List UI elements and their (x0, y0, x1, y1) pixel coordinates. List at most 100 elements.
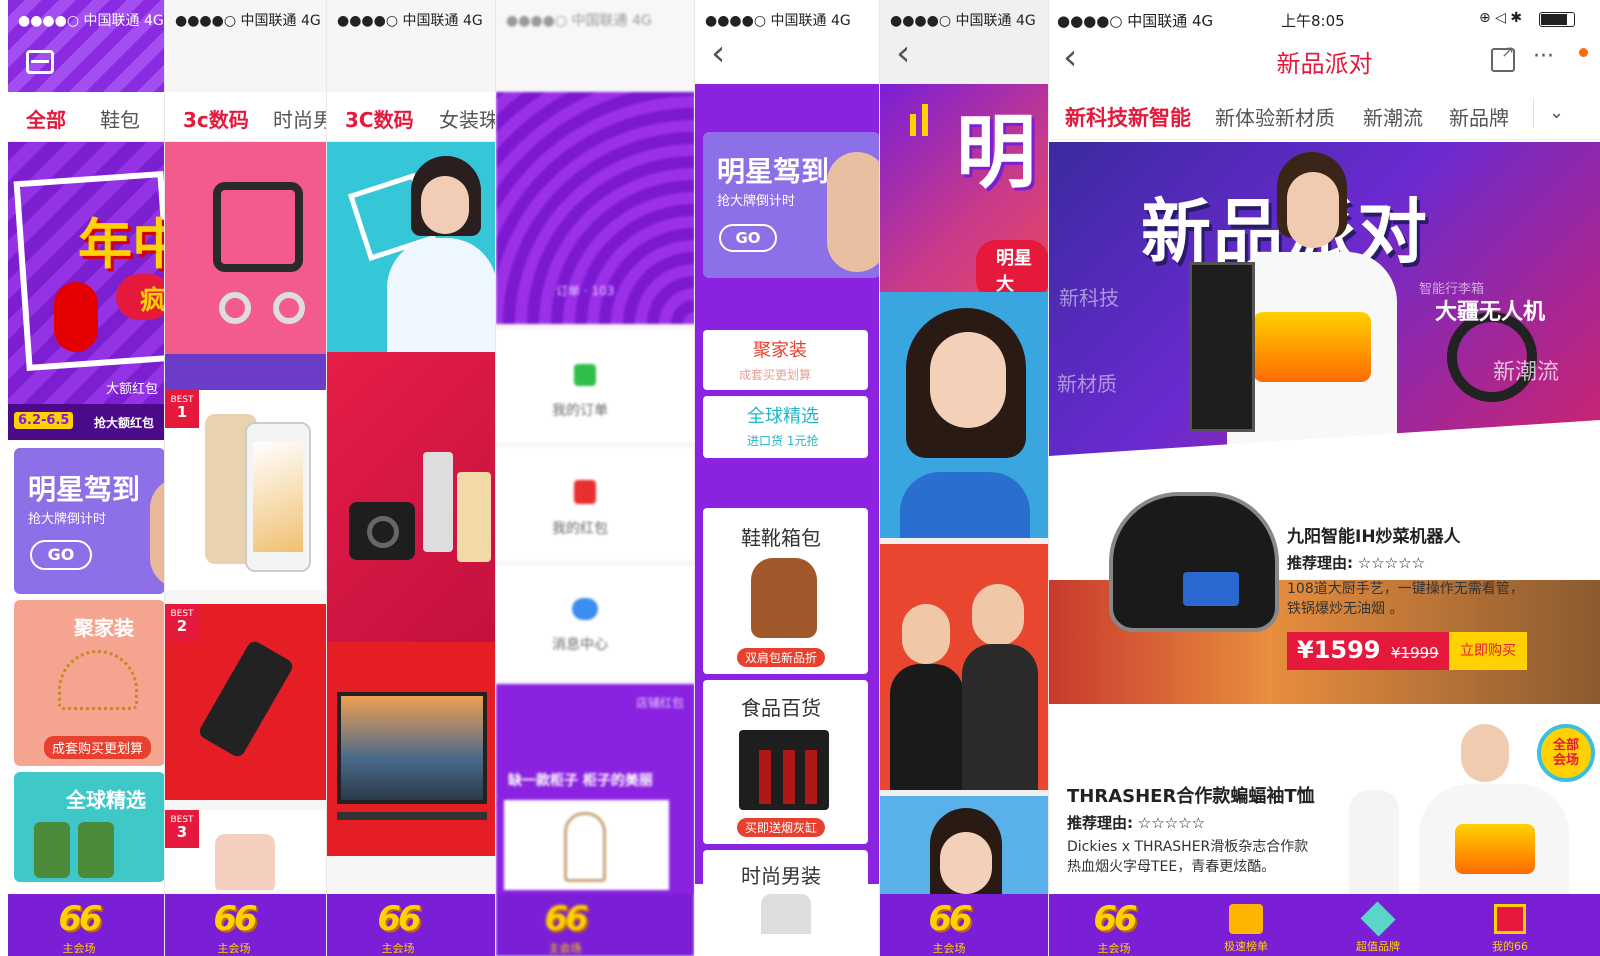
status-time: 上午8:05 (1281, 12, 1345, 30)
product-desc: 热血烟火字母TEE，青春更炫酷。 (1067, 859, 1276, 875)
bottom-nav: 66 主会场 (327, 894, 495, 956)
buy-now-button[interactable]: 立即购买 (1449, 632, 1527, 670)
model-body (387, 238, 495, 352)
global-sub: 进口货 1元抢 (747, 434, 819, 448)
xiaomi-card[interactable]: BEST 2 (165, 604, 326, 800)
hero-sub: 明星大 (976, 240, 1048, 292)
bottom-nav: 66 主会场 (165, 894, 326, 956)
product-card-cooker[interactable]: 九阳智能IH炒菜机器人 推荐理由: ☆☆☆☆☆ 108道大厨手艺，一键操作无需看… (1049, 456, 1600, 704)
back-chevron-icon[interactable]: ‹ (896, 36, 910, 72)
share-icon[interactable]: ↗ (1491, 42, 1515, 72)
collage: ●●●●○ 中国联通 4G 全部 鞋包 年中 疯 大额红包 6.2-6.5 抢大… (0, 0, 1600, 956)
star-card[interactable]: 明星驾到 抢大牌倒计时 GO (703, 132, 879, 278)
menu-redpacket[interactable]: 我的红包 (496, 448, 694, 562)
hero-badge: 疯 (116, 274, 164, 320)
tv-screen (337, 692, 487, 804)
model-banner[interactable] (327, 142, 495, 352)
nav-main-venue[interactable]: 66 主会场 (44, 894, 114, 956)
couple-card[interactable] (880, 544, 1048, 790)
home-card[interactable]: 聚家装 成套购买更划算 (14, 600, 164, 766)
iphone-rose-card[interactable]: BEST 3 (165, 810, 326, 890)
tab-3c[interactable]: 3C数码 (345, 104, 414, 133)
best-badge: BEST 3 (165, 810, 199, 848)
price-bar: ¥1599 ¥1999 立即购买 (1287, 632, 1527, 670)
home-title: 聚家装 (74, 616, 134, 640)
mascot-icon (54, 282, 98, 352)
actress-face (972, 584, 1024, 646)
category-card[interactable]: 食品百货 买即送烟灰缸 (703, 680, 868, 844)
sound-bar-icon (922, 104, 928, 136)
profile-header: 订单 · 103 (496, 92, 694, 324)
category-card[interactable]: 时尚男装 (703, 850, 868, 940)
product-card-tshirt[interactable]: THRASHER合作款蝙蝠袖T恤 推荐理由: ☆☆☆☆☆ Dickies x T… (1049, 704, 1600, 894)
ranking-icon (1229, 904, 1263, 934)
sale-66-icon: 66 (544, 899, 588, 939)
tab-mens-fashion[interactable]: 时尚男 (273, 104, 326, 133)
iphone-card[interactable]: BEST 1 (165, 390, 326, 590)
star-title: 明星驾到 (28, 473, 141, 506)
party-banner[interactable]: 新品派对 新科技 智能行李箱 大疆无人机 新潮流 新材质 (1049, 142, 1600, 456)
all-venues-button[interactable]: 全部会场 (1537, 724, 1595, 782)
hero-banner[interactable]: 年中 疯 大额红包 (8, 142, 164, 404)
camera-banner[interactable] (327, 352, 495, 642)
tab-new-material[interactable]: 新体验新材质 (1215, 102, 1335, 131)
phone-icon (215, 834, 275, 890)
model-face (1461, 724, 1509, 782)
product-reason: 推荐理由: ☆☆☆☆☆ (1287, 554, 1426, 572)
more-icon[interactable]: ··· (1533, 44, 1554, 69)
nav-main-venue[interactable]: 66 主会场 (199, 894, 269, 956)
panel-3c-digital: ●●●●○ 中国联通 4G 3c数码 时尚男 BEST1 BEST2 BEST3… (165, 0, 327, 956)
shop-promo[interactable]: 店铺红包 缺一款柜子 柜子的美丽 (496, 684, 694, 894)
go-button[interactable]: GO (719, 224, 777, 252)
nav-value-brand[interactable]: 超值品牌 (1343, 894, 1413, 956)
tab-bags[interactable]: 鞋包 (100, 104, 140, 133)
hero-char: 明 (956, 106, 1036, 199)
star-hero[interactable]: 明 明星大 (880, 84, 1048, 292)
bottle-icon (78, 822, 114, 878)
category-card[interactable]: 鞋靴箱包 双肩包新品折 (703, 508, 868, 674)
wheel-icon (219, 292, 251, 324)
nav-main-venue[interactable]: 66 主会场 (530, 894, 600, 956)
stroller-banner[interactable] (165, 142, 326, 354)
celebrity-card[interactable] (880, 292, 1048, 538)
nav-main-venue[interactable]: 66 主会场 (1079, 894, 1149, 956)
go-button[interactable]: GO (30, 540, 92, 570)
product-reason: 推荐理由: ☆☆☆☆☆ (1067, 814, 1206, 832)
home-card[interactable]: 聚家装 成套买更划算 (703, 330, 868, 390)
phone-icon (196, 638, 296, 760)
tab-new-tech[interactable]: 新科技新智能 (1065, 102, 1191, 132)
nav-main-venue[interactable]: 66 主会场 (914, 894, 984, 956)
menu-messages[interactable]: 消息中心 (496, 566, 694, 680)
order-hint: 订单 · 103 (556, 284, 615, 298)
chevron-down-icon[interactable]: ⌄ (1549, 102, 1564, 123)
global-title: 全球精选 (66, 788, 146, 812)
celebrity-face (940, 832, 992, 894)
global-card[interactable]: 全球精选 (14, 772, 164, 882)
home-title: 聚家装 (753, 340, 807, 361)
nav-main-venue[interactable]: 66 主会场 (363, 894, 433, 956)
menu-label: 我的订单 (552, 403, 608, 419)
nav-my-66[interactable]: 我的66 (1475, 894, 1545, 956)
tab-all[interactable]: 全部 (26, 104, 66, 133)
star-card[interactable]: 明星驾到 抢大牌倒计时 GO (14, 448, 164, 594)
home-button[interactable]: 成套购买更划算 (44, 736, 152, 759)
tab-new-trend[interactable]: 新潮流 (1363, 102, 1423, 131)
menu-orders[interactable]: 我的订单 (496, 330, 694, 444)
tab-3c[interactable]: 3c数码 (183, 104, 249, 133)
celebrity-card-2[interactable] (880, 796, 1048, 896)
panel-user-center: ●●●●○ 中国联通 4G 订单 · 103 我的订单 我的红包 消息中心 店铺… (496, 0, 695, 956)
camera-icon (349, 502, 415, 560)
menu-icon[interactable] (26, 50, 54, 74)
status-icons: ⊕ ◁ ✱ (1479, 10, 1523, 26)
promo-image (504, 800, 669, 890)
category-tabs: 3C数码 女装珠 (327, 92, 495, 142)
tab-womens-jewelry[interactable]: 女装珠 (439, 104, 495, 133)
bottom-nav: 66 主会场 极速榜单 超值品牌 我的66 (1049, 894, 1600, 956)
category-title: 时尚男装 (741, 864, 821, 888)
tv-banner[interactable] (327, 642, 495, 856)
tab-new-brand[interactable]: 新品牌 (1449, 102, 1509, 131)
phone-icon (423, 452, 453, 552)
nav-speed-ranking[interactable]: 极速榜单 (1211, 894, 1281, 956)
global-card[interactable]: 全球精选 进口货 1元抢 (703, 396, 868, 458)
back-chevron-icon[interactable]: ‹ (711, 36, 725, 72)
